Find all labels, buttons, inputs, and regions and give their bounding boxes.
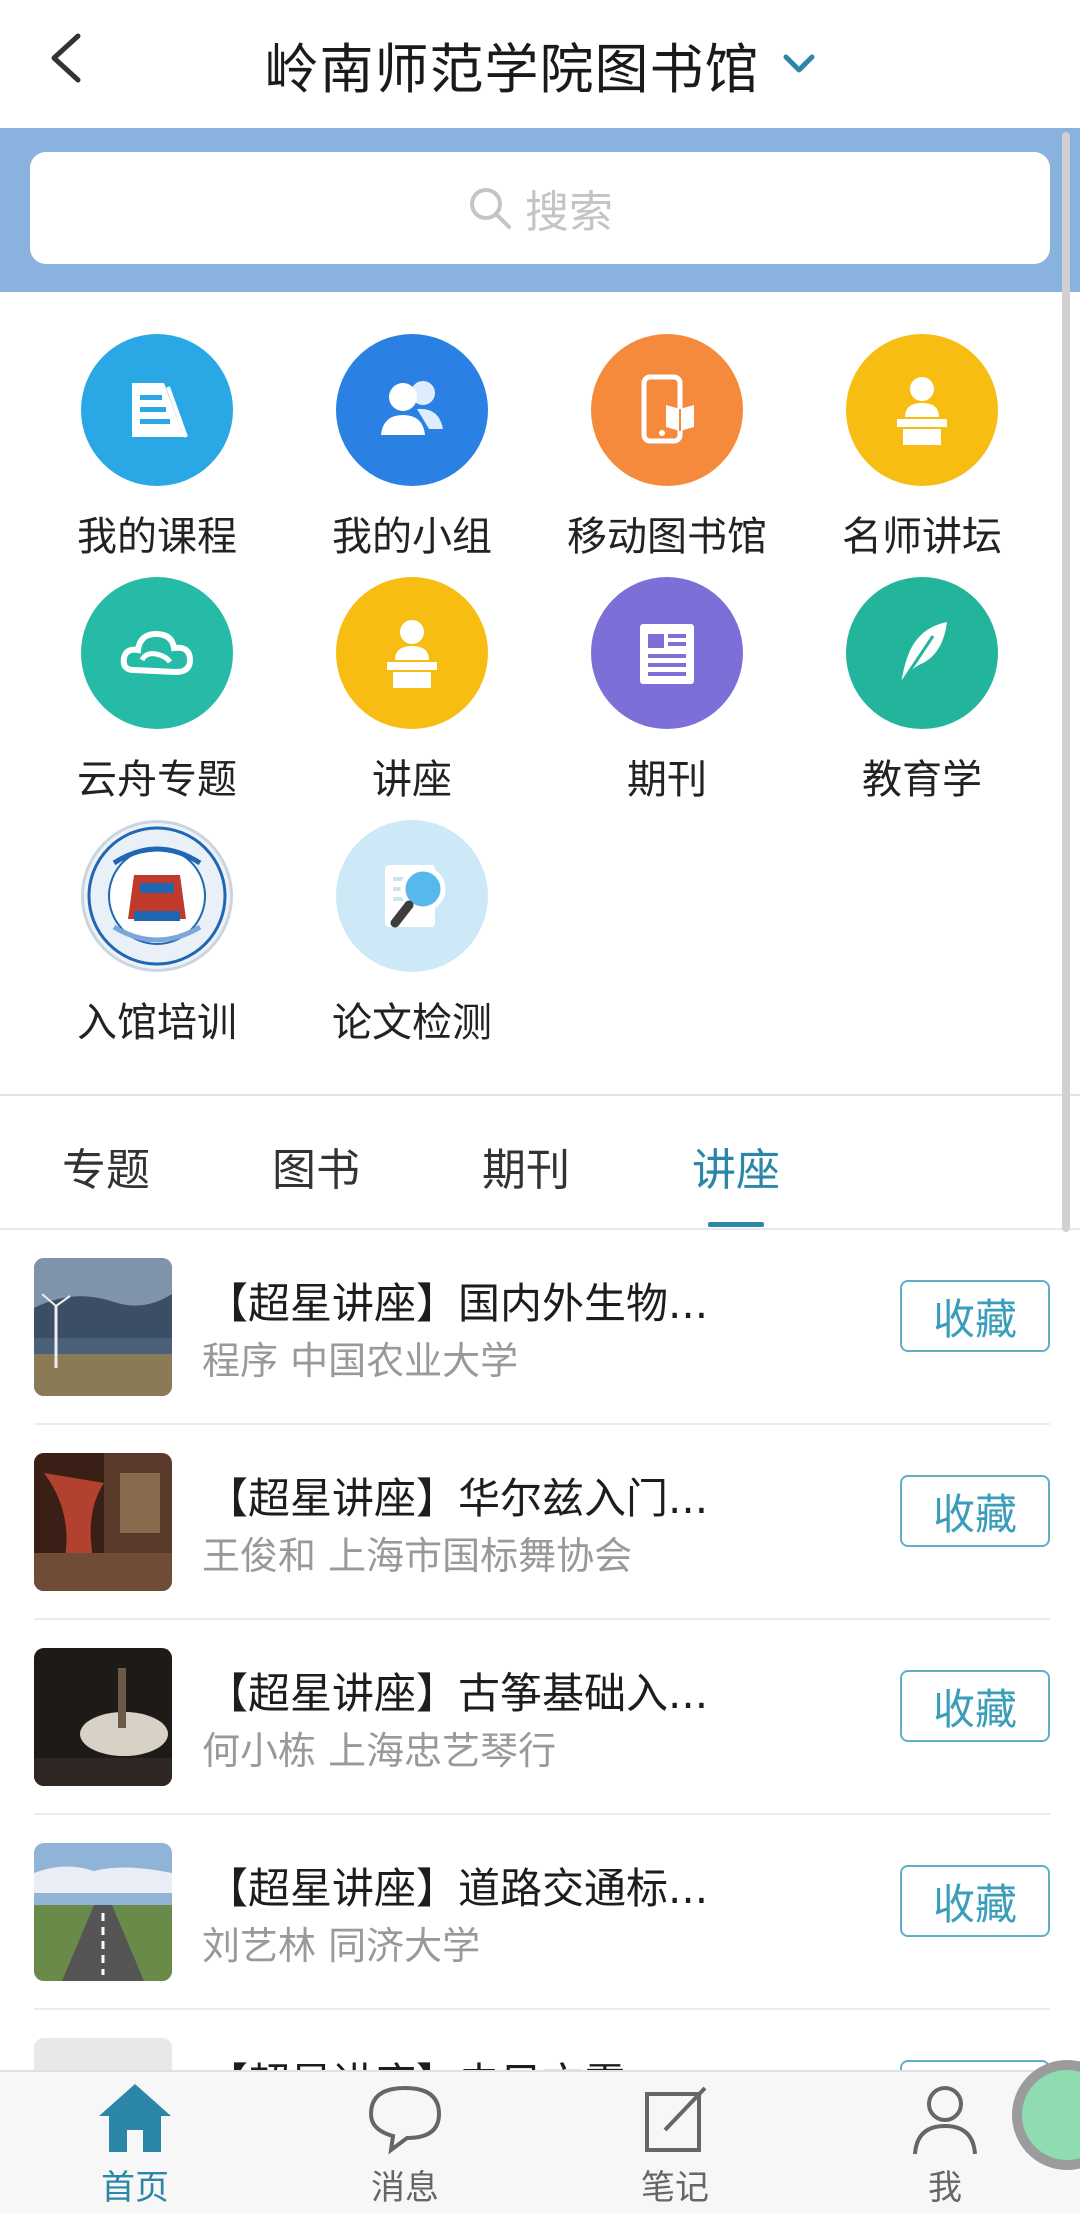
tab-topics[interactable]: 专题 (62, 1134, 150, 1198)
grid-label: 期刊 (627, 757, 707, 803)
tab-lectures[interactable]: 讲座 (692, 1134, 780, 1198)
nav-label: 我 (928, 2168, 962, 2208)
list-item[interactable]: 【超星讲座】古筝基础入... 何小栋 上海忠艺琴行 收藏 (0, 1620, 1080, 1815)
lecture-thumbnail (34, 1648, 172, 1786)
school-emblem-icon (81, 820, 233, 972)
grid-label: 讲座 (372, 757, 452, 803)
lecture-speaker: 程序 中国农业大学 (202, 1339, 519, 1383)
feature-grid: 我的课程 我的小组 移动图书馆 名师讲坛 云舟专题 讲座 期刊 教育学 入馆培训… (0, 292, 1080, 1096)
grid-label: 名师讲坛 (842, 514, 1002, 560)
scrollbar[interactable] (1062, 132, 1070, 1232)
book-icon (81, 334, 233, 486)
search-band: 搜索 (0, 128, 1080, 292)
grid-item-my-groups[interactable]: 我的小组 (282, 334, 542, 562)
list-item[interactable]: 【超星讲座】华尔兹入门... 王俊和 上海市国标舞协会 收藏 (0, 1425, 1080, 1620)
favorite-button[interactable]: 收藏 (900, 1475, 1050, 1547)
user-icon (913, 2086, 977, 2155)
lecture-speaker: 王俊和 上海市国标舞协会 (202, 1534, 633, 1578)
nav-me[interactable]: 我 (865, 2080, 1025, 2209)
grid-item-journals[interactable]: 期刊 (537, 577, 797, 805)
list-item[interactable]: 【超星讲座】道路交通标... 刘艺林 同济大学 收藏 (0, 1815, 1080, 2010)
tab-journals[interactable]: 期刊 (482, 1134, 570, 1198)
lecture-thumbnail (34, 1453, 172, 1591)
lecture-title: 【超星讲座】国内外生物... (206, 1279, 709, 1328)
favorite-button[interactable]: 收藏 (900, 1865, 1050, 1937)
grid-label: 我的课程 (77, 514, 237, 560)
search-placeholder: 搜索 (525, 187, 613, 238)
chevron-down-icon (783, 54, 814, 73)
list-item[interactable]: 【超星讲座】国内外生物... 程序 中国农业大学 收藏 (0, 1230, 1080, 1425)
grid-item-my-courses[interactable]: 我的课程 (27, 334, 287, 562)
lecture-thumbnail (34, 1258, 172, 1396)
lecture-title: 【超星讲座】道路交通标... (206, 1864, 709, 1913)
nav-label: 消息 (371, 2168, 439, 2208)
grid-item-pedagogy[interactable]: 教育学 (792, 577, 1052, 805)
lecture-speaker: 刘艺林 同济大学 (202, 1924, 481, 1968)
lecturer-icon (336, 577, 488, 729)
nav-messages[interactable]: 消息 (325, 2080, 485, 2209)
lecture-thumbnail (34, 1843, 172, 1981)
home-icon (99, 2084, 171, 2152)
message-icon (368, 2085, 442, 2155)
category-tabs: 专题 图书 期刊 讲座 (0, 1096, 1080, 1228)
nav-notes[interactable]: 笔记 (595, 2080, 755, 2209)
magnifier-doc-icon (336, 820, 488, 972)
favorite-button[interactable]: 收藏 (900, 1280, 1050, 1352)
lecture-speaker: 何小栋 上海忠艺琴行 (202, 1729, 557, 1773)
nav-home[interactable]: 首页 (55, 2080, 215, 2209)
grid-item-lectures[interactable]: 讲座 (282, 577, 542, 805)
grid-label: 入馆培训 (77, 1000, 237, 1046)
top-bar: 岭南师范学院图书馆 (0, 0, 1080, 128)
tab-books[interactable]: 图书 (272, 1134, 360, 1198)
grid-label: 移动图书馆 (567, 514, 767, 560)
search-icon (470, 188, 511, 229)
grid-label: 论文检测 (332, 1000, 492, 1046)
back-button[interactable] (36, 28, 96, 88)
feather-icon (846, 577, 998, 729)
grid-label: 云舟专题 (77, 757, 237, 803)
cloud-icon (81, 577, 233, 729)
grid-item-library-training[interactable]: 入馆培训 (27, 820, 287, 1048)
active-tab-indicator (708, 1222, 764, 1227)
grid-item-thesis-check[interactable]: 论文检测 (282, 820, 542, 1048)
nav-label: 首页 (101, 2168, 169, 2208)
page-title: 岭南师范学院图书馆 (264, 37, 760, 101)
library-switcher[interactable]: 岭南师范学院图书馆 (265, 25, 816, 104)
grid-label: 教育学 (862, 757, 982, 803)
lecturer-icon (846, 334, 998, 486)
journal-icon (591, 577, 743, 729)
bottom-navigation: 首页 消息 笔记 我 (0, 2070, 1080, 2213)
grid-label: 我的小组 (332, 514, 492, 560)
grid-item-famous-teachers[interactable]: 名师讲坛 (792, 334, 1052, 562)
search-input[interactable]: 搜索 (30, 152, 1050, 264)
grid-item-yunzhou-topics[interactable]: 云舟专题 (27, 577, 287, 805)
mobile-library-icon (591, 334, 743, 486)
lecture-title: 【超星讲座】古筝基础入... (206, 1669, 709, 1718)
chevron-left-icon (51, 33, 81, 83)
note-icon (645, 2086, 707, 2152)
nav-label: 笔记 (641, 2168, 709, 2208)
favorite-button[interactable]: 收藏 (900, 1670, 1050, 1742)
lecture-title: 【超星讲座】华尔兹入门... (206, 1474, 709, 1523)
grid-item-mobile-library[interactable]: 移动图书馆 (537, 334, 797, 562)
group-icon (336, 334, 488, 486)
